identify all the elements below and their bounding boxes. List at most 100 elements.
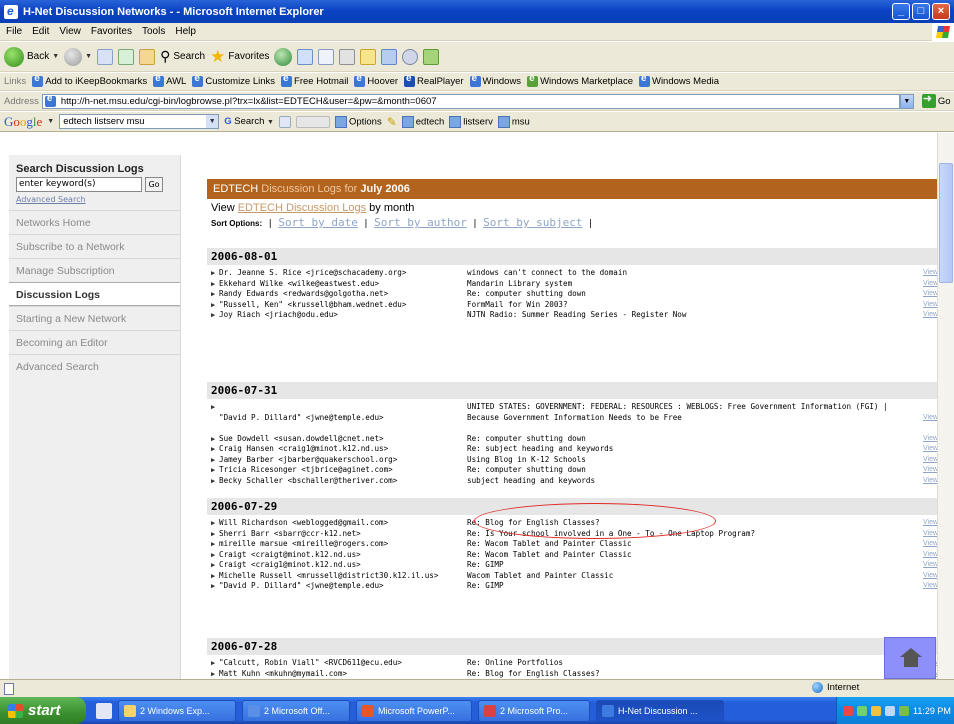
author-link[interactable]: Will Richardson <weblogged@gmail.com> <box>219 518 463 529</box>
task-powerpoint[interactable]: Microsoft PowerP... <box>356 699 472 722</box>
author-link[interactable]: Craigt <craigt@minot.k12.nd.us> <box>219 550 463 561</box>
chevron-down-icon[interactable]: ▼ <box>899 93 914 109</box>
author-link[interactable]: Dr. Jeanne S. Rice <jrice@schacademy.org… <box>219 268 463 279</box>
author-link[interactable]: mireille marsue <mireille@rogers.com> <box>219 539 463 550</box>
author-link[interactable]: "Russell, Ken" <krussell@bham.wednet.edu… <box>219 300 463 311</box>
sidebar-item-networks-home[interactable]: Networks Home <box>9 210 180 234</box>
task-windows-explorer[interactable]: 2 Windows Exp... <box>118 699 236 722</box>
go-button[interactable]: Go <box>921 92 951 108</box>
pagerank-icon[interactable] <box>278 115 291 128</box>
menu-help[interactable]: Help <box>175 26 196 37</box>
stop-icon[interactable] <box>97 48 114 65</box>
tray-icon[interactable] <box>885 705 895 716</box>
keyword-search-input[interactable]: enter keyword(s) <box>16 177 142 192</box>
sort-by-author-link[interactable]: Sort by author <box>374 216 467 229</box>
author-link[interactable]: Randy Edwards <redwards@golgotha.net> <box>219 289 463 300</box>
view-message-link[interactable]: View <box>923 581 938 592</box>
menu-edit[interactable]: Edit <box>32 26 49 37</box>
link-item[interactable]: AWL <box>153 73 186 87</box>
view-message-link[interactable]: View <box>923 550 938 561</box>
home-button[interactable] <box>884 637 936 679</box>
menu-tools[interactable]: Tools <box>142 26 165 37</box>
messenger-icon[interactable] <box>402 48 419 65</box>
popup-blocker-icon[interactable] <box>295 115 330 128</box>
scrollbar-thumb[interactable] <box>939 163 953 283</box>
link-item[interactable]: Windows Marketplace <box>527 73 633 87</box>
link-item[interactable]: Windows Media <box>638 73 719 87</box>
author-link[interactable]: Joy Riach <jriach@odu.edu> <box>219 310 463 321</box>
task-microsoft-office[interactable]: 2 Microsoft Off... <box>242 699 350 722</box>
sidebar-item-manage-subscription[interactable]: Manage Subscription <box>9 258 180 282</box>
sidebar-item-discussion-logs[interactable]: Discussion Logs <box>9 282 180 306</box>
tray-icon[interactable] <box>843 705 853 716</box>
link-item[interactable]: Windows <box>469 73 521 87</box>
highlight-icon[interactable]: ✎ <box>387 115 397 129</box>
link-item[interactable]: Free Hotmail <box>281 73 348 87</box>
forward-button[interactable]: ▼ <box>64 47 92 66</box>
close-button[interactable]: × <box>932 3 950 20</box>
author-link[interactable]: Becky Schaller <bschaller@theriver.com> <box>219 476 463 487</box>
chevron-down-icon[interactable]: ▼ <box>47 118 54 125</box>
view-message-link[interactable]: View <box>923 279 938 290</box>
vertical-scrollbar[interactable] <box>937 133 954 679</box>
view-message-link[interactable]: View <box>923 560 938 571</box>
link-item[interactable]: Add to iKeepBookmarks <box>32 73 147 87</box>
maximize-button[interactable]: □ <box>912 3 930 20</box>
refresh-icon[interactable] <box>118 48 135 65</box>
view-message-link[interactable]: View <box>923 444 938 455</box>
google-search-input[interactable]: edtech listserv msu ▼ <box>59 114 220 129</box>
task-microsoft-project[interactable]: 2 Microsoft Pro... <box>478 699 590 722</box>
quicklaunch-icon[interactable] <box>96 702 112 719</box>
menu-file[interactable]: File <box>6 26 22 37</box>
menu-view[interactable]: View <box>59 26 81 37</box>
tray-icon[interactable] <box>857 705 867 716</box>
sort-by-subject-link[interactable]: Sort by subject <box>483 216 582 229</box>
link-item[interactable]: RealPlayer <box>404 73 464 87</box>
author-link[interactable]: Sherri Barr <sbarr@ccr-k12.net> <box>219 529 463 540</box>
author-link[interactable]: Ekkehard Wilke <wilke@eastwest.edu> <box>219 279 463 290</box>
author-link[interactable]: Michelle Russell <mrussell@district30.k1… <box>219 571 463 582</box>
tray-icon[interactable] <box>899 705 909 716</box>
start-button[interactable]: start <box>0 697 86 724</box>
view-message-link[interactable]: View <box>923 571 938 582</box>
view-message-link[interactable]: View <box>923 465 938 476</box>
sidebar-item-advanced-search[interactable]: Advanced Search <box>9 354 180 378</box>
view-message-link[interactable]: View <box>923 434 938 445</box>
task-h-net-discussion[interactable]: H-Net Discussion ... <box>596 699 724 722</box>
google-options-button[interactable]: Options <box>334 115 382 128</box>
link-item[interactable]: Hoover <box>354 73 398 87</box>
view-message-link[interactable]: View <box>923 539 938 550</box>
history-icon[interactable] <box>297 48 314 65</box>
author-link[interactable]: "David P. Dillard" <jwne@temple.edu> <box>219 413 463 424</box>
favorites-button[interactable]: ★ Favorites <box>210 48 269 65</box>
author-link[interactable]: "Calcutt, Robin Viall" <RVCD611@ecu.edu> <box>219 658 463 669</box>
view-message-link[interactable]: View <box>923 455 938 466</box>
google-term-listserv[interactable]: listserv <box>449 115 493 128</box>
view-message-link[interactable]: View <box>923 413 938 424</box>
sidebar-item-subscribe[interactable]: Subscribe to a Network <box>9 234 180 258</box>
minimize-button[interactable]: _ <box>892 3 910 20</box>
media-icon[interactable] <box>274 47 293 66</box>
chevron-down-icon[interactable]: ▼ <box>206 115 219 128</box>
author-link[interactable]: Jamey Barber <jbarber@quakerschool.org> <box>219 455 463 466</box>
author-link[interactable]: Tricia Ricesonger <tjbrice@aginet.com> <box>219 465 463 476</box>
sort-by-date-link[interactable]: Sort by date <box>278 216 357 229</box>
link-item[interactable]: Customize Links <box>192 73 275 87</box>
address-input[interactable]: http://h-net.msu.edu/cgi-bin/logbrowse.p… <box>41 93 900 109</box>
edtech-logs-link[interactable]: EDTECH Discussion Logs <box>238 202 366 214</box>
sidebar-item-becoming-editor[interactable]: Becoming an Editor <box>9 330 180 354</box>
author-link[interactable]: Matt Kuhn <mkuhn@mymail.com> <box>219 669 463 680</box>
google-term-msu[interactable]: msu <box>497 115 530 128</box>
author-link[interactable]: Sue Dowdell <susan.dowdell@cnet.net> <box>219 434 463 445</box>
author-link[interactable]: Craigt <craig1@minot.k12.nd.us> <box>219 560 463 571</box>
view-message-link[interactable]: View <box>923 476 938 487</box>
sidebar-advanced-search-link[interactable]: Advanced Search <box>9 192 180 210</box>
research-icon[interactable] <box>381 48 398 65</box>
home-icon[interactable] <box>139 48 156 65</box>
back-button[interactable]: Back ▼ <box>4 46 59 67</box>
view-message-link[interactable]: View <box>923 268 938 279</box>
tray-icon[interactable] <box>871 705 881 716</box>
google-search-button[interactable]: G Search ▼ <box>224 116 274 127</box>
menu-favorites[interactable]: Favorites <box>91 26 132 37</box>
google-logo[interactable]: Google <box>4 114 42 130</box>
